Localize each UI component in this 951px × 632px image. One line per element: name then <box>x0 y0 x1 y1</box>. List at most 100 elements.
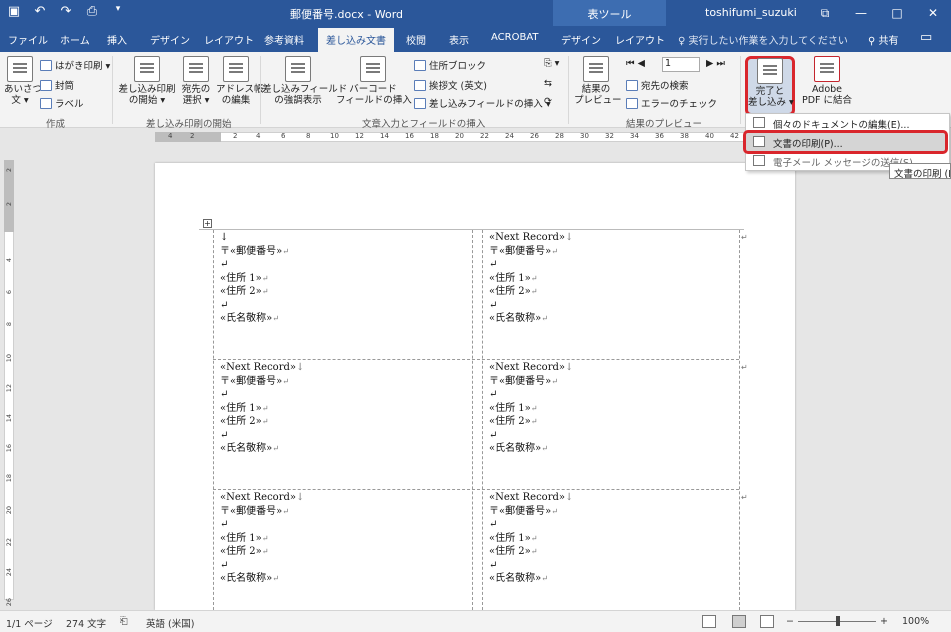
tab-home[interactable]: ホーム <box>60 32 90 47</box>
start-mail-merge-button[interactable]: 差し込み印刷 の開始 ▾ <box>118 56 176 106</box>
field-text: 〒«郵便番号» <box>489 375 552 387</box>
previous-record-icon[interactable]: ◀ <box>638 58 645 69</box>
find-recipient-button[interactable]: 宛先の検索 <box>626 78 689 92</box>
field-text: 〒«郵便番号» <box>489 245 552 257</box>
ruler-tick-label: 30 <box>580 132 589 140</box>
insert-merge-field-button[interactable]: 差し込みフィールドの挿入 ▾ <box>414 96 551 110</box>
word-count[interactable]: 274 文字 <box>66 616 106 630</box>
tab-insert[interactable]: 挿入 <box>107 32 127 47</box>
redo-icon[interactable]: ↷ <box>58 4 74 19</box>
vruler-tick-label: 14 <box>5 414 13 423</box>
edit-individual-documents-item[interactable]: 個々のドキュメントの編集(E)... <box>753 117 909 131</box>
ruler-tick-label: 6 <box>281 132 286 140</box>
tab-review[interactable]: 校閲 <box>406 32 426 47</box>
minimize-button[interactable]: — <box>843 0 879 26</box>
paragraph-mark: ↵ <box>530 533 538 543</box>
tab-references[interactable]: 参考資料 <box>264 32 304 47</box>
vruler-tick-label: 20 <box>5 506 13 515</box>
match-fields-icon[interactable]: ⇆ <box>544 78 552 89</box>
page-count[interactable]: 1/1 ページ <box>6 616 53 630</box>
zoom-slider-thumb[interactable] <box>836 616 840 626</box>
field-text: ↵ <box>220 429 229 441</box>
field-text: «住所 2» <box>489 286 531 297</box>
address2-field: «住所 2»↵ <box>220 415 304 429</box>
tell-me-input[interactable]: ♀ 実行したい作業を入力してください <box>678 32 848 47</box>
greeting-card-button[interactable]: あいさつ 文 ▾ <box>4 56 42 106</box>
label-cell[interactable]: «Next Record»↓ 〒«郵便番号»↵ ↵ «住所 1»↵ «住所 2»↵ ↵ «氏… <box>220 361 304 456</box>
ruler-tick-label: 2 <box>190 132 195 140</box>
next-record-icon[interactable]: ▶ <box>706 58 713 69</box>
rules-icon[interactable]: ⎘ ▾ <box>544 58 559 69</box>
paragraph-mark: ↵ <box>261 273 269 283</box>
tab-view[interactable]: 表示 <box>449 32 469 47</box>
chevron-down-icon[interactable]: ▾ <box>110 4 126 19</box>
edit-recipient-list-button[interactable]: アドレス帳 の編集 <box>216 56 264 106</box>
paragraph-mark: ↵ <box>489 518 573 532</box>
preview-results-button[interactable]: 結果の プレビュー <box>574 56 622 106</box>
read-mode-icon[interactable] <box>702 615 716 628</box>
last-record-icon[interactable]: ⏭ <box>716 58 725 69</box>
field-text: ↵ <box>220 259 229 270</box>
label-cell[interactable]: «Next Record»↓ 〒«郵便番号»↵ ↵ «住所 1»↵ «住所 2»↵ ↵ «氏… <box>489 491 573 586</box>
zoom-in-button[interactable]: + <box>880 616 888 627</box>
share-button[interactable]: ⚲ 共有 <box>868 32 899 47</box>
select-recipients-button[interactable]: 宛先の 選択 ▾ <box>178 56 214 106</box>
table-move-handle[interactable]: + <box>203 219 212 228</box>
postcard-print-button[interactable]: はがき印刷 ▾ <box>40 58 110 72</box>
print-documents-item[interactable]: 文書の印刷(P)... <box>753 136 843 150</box>
highlight-merge-fields-button[interactable]: 差し込みフィールド の強調表示 <box>262 56 347 106</box>
label-cell[interactable]: ↓ 〒«郵便番号»↵ ↵ «住所 1»↵ «住所 2»↵ ↵ «氏名敬称»↵ <box>220 231 289 326</box>
label-cell[interactable]: «Next Record»↓ 〒«郵便番号»↵ ↵ «住所 1»↵ «住所 2»↵ ↵ «氏… <box>220 491 304 586</box>
paragraph-mark: ↵ <box>551 506 558 516</box>
insert-barcode-field-button[interactable]: バーコード フィールドの挿入 ▾ <box>336 56 420 106</box>
next-record-field: «Next Record»↓ <box>489 491 573 505</box>
tab-file[interactable]: ファイル <box>8 32 48 47</box>
labels-button[interactable]: ラベル <box>40 96 84 110</box>
table-column-border <box>472 230 473 610</box>
adobe-pdf-merge-button[interactable]: Adobe PDF に結合 <box>800 56 854 106</box>
address2-field: «住所 2»↵ <box>220 545 304 559</box>
document-title: 郵便番号.docx - Word <box>290 8 404 21</box>
postcard-icon <box>40 60 52 71</box>
email-icon <box>753 155 765 166</box>
tab-mailings[interactable]: 差し込み文書 <box>318 28 394 52</box>
check-errors-button[interactable]: エラーのチェック <box>626 96 717 110</box>
finish-and-merge-button[interactable]: 完了と 差し込み ▾ <box>748 58 794 108</box>
vertical-ruler[interactable]: 2 2 4 6 8 10 12 14 16 18 20 22 24 26 <box>0 150 18 610</box>
close-button[interactable]: ✕ <box>915 0 951 26</box>
first-record-icon[interactable]: ⏮ <box>626 58 635 69</box>
label-cell[interactable]: «Next Record»↓ 〒«郵便番号»↵ ↵ «住所 1»↵ «住所 2»↵ ↵ «氏… <box>489 361 573 456</box>
ruler-tick-label: 4 <box>256 132 261 140</box>
label-cell[interactable]: «Next Record»↓ 〒«郵便番号»↵ ↵ «住所 1»↵ «住所 2»↵ ↵ «氏… <box>489 231 573 326</box>
paragraph-mark: ↵ <box>272 444 279 453</box>
print-preview-icon[interactable]: ⎙ <box>84 4 100 19</box>
paragraph-mark: ↵ <box>220 429 304 443</box>
undo-icon[interactable]: ↶ <box>32 4 48 19</box>
envelope-button[interactable]: 封筒 <box>40 78 74 92</box>
tab-table-layout[interactable]: レイアウト <box>615 32 665 47</box>
ribbon-display-icon[interactable]: ⧉ <box>807 0 843 26</box>
vruler-tick-label: 16 <box>5 444 13 453</box>
maximize-button[interactable]: □ <box>879 0 915 26</box>
address2-field: «住所 2»↵ <box>489 545 573 559</box>
save-icon[interactable]: ▣ <box>6 4 22 19</box>
zoom-out-button[interactable]: − <box>786 616 794 627</box>
language[interactable]: 英語 (米国) <box>146 616 194 630</box>
address-block-button[interactable]: 住所ブロック <box>414 58 486 72</box>
update-labels-icon[interactable]: ⟳ <box>544 96 552 107</box>
user-name[interactable]: toshifumi_suzuki <box>705 6 797 19</box>
next-record-field: «Next Record»↓ <box>220 491 304 505</box>
context-tab-group: 表ツール <box>553 0 666 26</box>
greeting-line-button[interactable]: 挨拶文 (英文) <box>414 78 487 92</box>
tab-table-design[interactable]: デザイン <box>561 32 601 47</box>
ruler-tick-label: 20 <box>455 132 464 140</box>
web-layout-icon[interactable] <box>760 615 774 628</box>
print-layout-icon[interactable] <box>732 615 746 628</box>
proofing-icon[interactable]: ⎗ <box>120 616 128 627</box>
tab-acrobat[interactable]: ACROBAT <box>491 32 539 43</box>
comment-icon[interactable]: ▭ <box>920 30 932 45</box>
zoom-level[interactable]: 100% <box>902 616 929 627</box>
record-number-input[interactable]: 1 <box>662 57 700 72</box>
tab-layout[interactable]: レイアウト <box>204 32 254 47</box>
tab-design[interactable]: デザイン <box>150 32 190 47</box>
